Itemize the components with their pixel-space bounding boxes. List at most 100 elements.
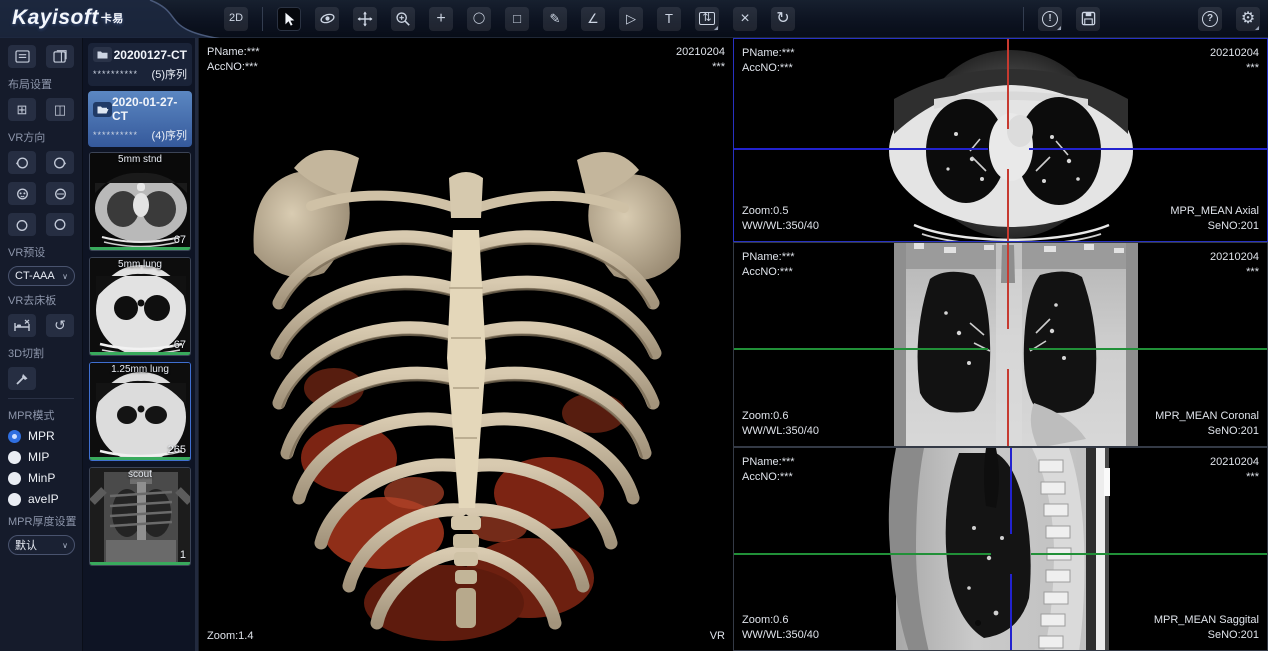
rotate-3d-tool-button[interactable] (315, 7, 339, 31)
vr-view-back-button[interactable] (46, 182, 74, 205)
cobb-angle-icon: ▷ (626, 12, 636, 25)
vr-view-front-button[interactable] (8, 182, 36, 205)
radio-selected-icon (8, 430, 21, 443)
study-series-count: (4)序列 (152, 127, 187, 143)
head-bottom-icon (53, 218, 67, 232)
vr-view-right-button[interactable] (46, 151, 74, 174)
series-thumbnail-5mm-stnd[interactable]: 5mm stnd 67 (89, 152, 191, 251)
ellipse-roi-button[interactable]: ◯ (467, 7, 491, 31)
axial-ct-image (734, 39, 1268, 242)
mpr-sagittal-viewport[interactable]: PName:*** AccNO:*** 20210204 *** Zoom:0.… (733, 447, 1268, 651)
mpr-mode-option-minp[interactable]: MinP (8, 471, 74, 485)
text-annotation-button[interactable]: T (657, 7, 681, 31)
radio-label: aveIP (28, 492, 59, 506)
toolbar-left-group: 2D (224, 7, 795, 31)
help-button[interactable]: ? (1198, 7, 1222, 31)
mpr-coronal-viewport[interactable]: PName:*** AccNO:*** 20210204 *** Zoom:0.… (733, 242, 1268, 447)
split-view-icon: ◫ (54, 102, 66, 118)
pan-tool-button[interactable] (353, 7, 377, 31)
grid-layout-button[interactable]: ⊞ (8, 98, 36, 121)
vr-preset-select[interactable]: CT-AAA ∨ (8, 266, 75, 286)
report-icon: ! (1042, 11, 1058, 27)
sagittal-crosshair-horizontal-left[interactable] (734, 553, 991, 555)
logo-suffix-text: 卡易 (101, 13, 124, 25)
axial-crosshair-vertical-bottom[interactable] (1007, 169, 1009, 242)
axial-crosshair-horizontal-right[interactable] (1029, 148, 1268, 150)
split-layout-button[interactable]: ◫ (46, 98, 74, 121)
sagittal-crosshair-vertical-top[interactable] (1010, 448, 1012, 534)
radio-label: MPR (28, 429, 55, 443)
layout-preset-1-button[interactable] (8, 45, 36, 68)
app-logo: Kayisoft卡易 (12, 6, 124, 30)
mpr-thickness-label: MPR厚度设置 (8, 513, 74, 529)
reset-view-button[interactable]: ↻ (771, 7, 795, 31)
mpr-mode-option-mpr[interactable]: MPR (8, 429, 74, 443)
radio-icon (8, 493, 21, 506)
dropdown-corner-marker (1255, 26, 1259, 30)
bed-remove-icon (14, 319, 31, 332)
vr-direction-label: VR方向 (8, 129, 74, 145)
vr-3d-viewport[interactable]: PName:*** AccNO:*** 20210204 *** Zoom:1.… (198, 38, 733, 651)
rectangle-roi-button[interactable]: □ (505, 7, 529, 31)
vr-view-top-button[interactable] (8, 213, 36, 236)
3d-cut-label: 3D切割 (8, 345, 74, 361)
report-glyph: ! (1048, 13, 1051, 24)
layout-buttons-row (8, 45, 74, 68)
report-button[interactable]: ! (1038, 7, 1062, 31)
coronal-crosshair-vertical-top[interactable] (1007, 243, 1009, 329)
study-item-1[interactable]: 20200127-CT ********** (5)序列 (88, 43, 192, 86)
study-header: 20200127-CT (93, 47, 187, 62)
angle-tool-button[interactable]: ∠ (581, 7, 605, 31)
reset-rotate-icon: ↻ (776, 11, 789, 27)
mpr-axial-viewport[interactable]: PName:*** AccNO:*** 20210204 *** Zoom:0.… (733, 38, 1268, 242)
cobb-angle-button[interactable]: ▷ (619, 7, 643, 31)
vr-bed-row: ↺ (8, 314, 74, 337)
axial-crosshair-vertical-top[interactable] (1007, 39, 1009, 129)
series-thumbnail-1-25mm-lung[interactable]: 1.25mm lung 265 (89, 362, 191, 461)
crosshair-tool-button[interactable]: + (429, 7, 453, 31)
thumbnail-label: scout (90, 469, 190, 480)
measure-length-button[interactable]: ✎ (543, 7, 567, 31)
thumbnail-image-scout-xray (90, 468, 191, 566)
delete-x-icon: × (740, 11, 749, 27)
pointer-tool-button[interactable] (277, 7, 301, 31)
zoom-tool-button[interactable] (391, 7, 415, 31)
pointer-icon (281, 11, 297, 27)
grid-buttons-row: ⊞ ◫ (8, 98, 74, 121)
vr-reset-button[interactable]: ↺ (46, 314, 74, 337)
study-item-2-selected[interactable]: 2020-01-27-CT ********** (4)序列 (88, 91, 192, 147)
sagittal-crosshair-vertical-bottom[interactable] (1010, 574, 1012, 651)
rectangle-icon: □ (513, 12, 521, 25)
layout-list-icon (15, 50, 30, 63)
vr-view-left-button[interactable] (8, 151, 36, 174)
mpr-mode-option-mip[interactable]: MIP (8, 450, 74, 464)
2d-mode-button[interactable]: 2D (224, 7, 248, 31)
sagittal-crosshair-horizontal-right[interactable] (1031, 553, 1268, 555)
coronal-crosshair-vertical-bottom[interactable] (1007, 369, 1009, 447)
axial-crosshair-horizontal-left[interactable] (734, 148, 988, 150)
window-level-button[interactable]: ⇅ (695, 7, 719, 31)
magnifier-zoom-icon (395, 11, 411, 27)
save-button[interactable] (1076, 7, 1100, 31)
remove-bed-button[interactable] (8, 314, 36, 337)
angle-icon: ∠ (587, 12, 599, 25)
mpr-thickness-value: 默认 (15, 537, 37, 553)
mpr-thickness-select[interactable]: 默认 ∨ (8, 535, 75, 555)
series-thumbnail-5mm-lung[interactable]: 5mm lung 67 (89, 257, 191, 356)
coronal-crosshair-horizontal-right[interactable] (1029, 348, 1268, 350)
settings-button[interactable]: ⚙ (1236, 7, 1260, 31)
layout-preset-2-button[interactable] (46, 45, 74, 68)
coronal-crosshair-horizontal-left[interactable] (734, 348, 988, 350)
thumbnail-load-progress (90, 457, 190, 460)
series-list-panel: 20200127-CT ********** (5)序列 2020-01-27-… (83, 38, 198, 651)
mpr-mode-option-aveip[interactable]: aveIP (8, 492, 74, 506)
thumbnail-label: 1.25mm lung (90, 364, 190, 375)
series-scrollbar[interactable] (195, 38, 198, 651)
radio-label: MinP (28, 471, 55, 485)
head-right-icon (53, 156, 67, 170)
delete-annotation-button[interactable]: × (733, 7, 757, 31)
scalpel-cut-button[interactable] (8, 367, 36, 390)
chevron-down-icon: ∨ (62, 272, 68, 281)
series-thumbnail-scout[interactable]: scout 1 (89, 467, 191, 566)
vr-view-bottom-button[interactable] (46, 213, 74, 236)
